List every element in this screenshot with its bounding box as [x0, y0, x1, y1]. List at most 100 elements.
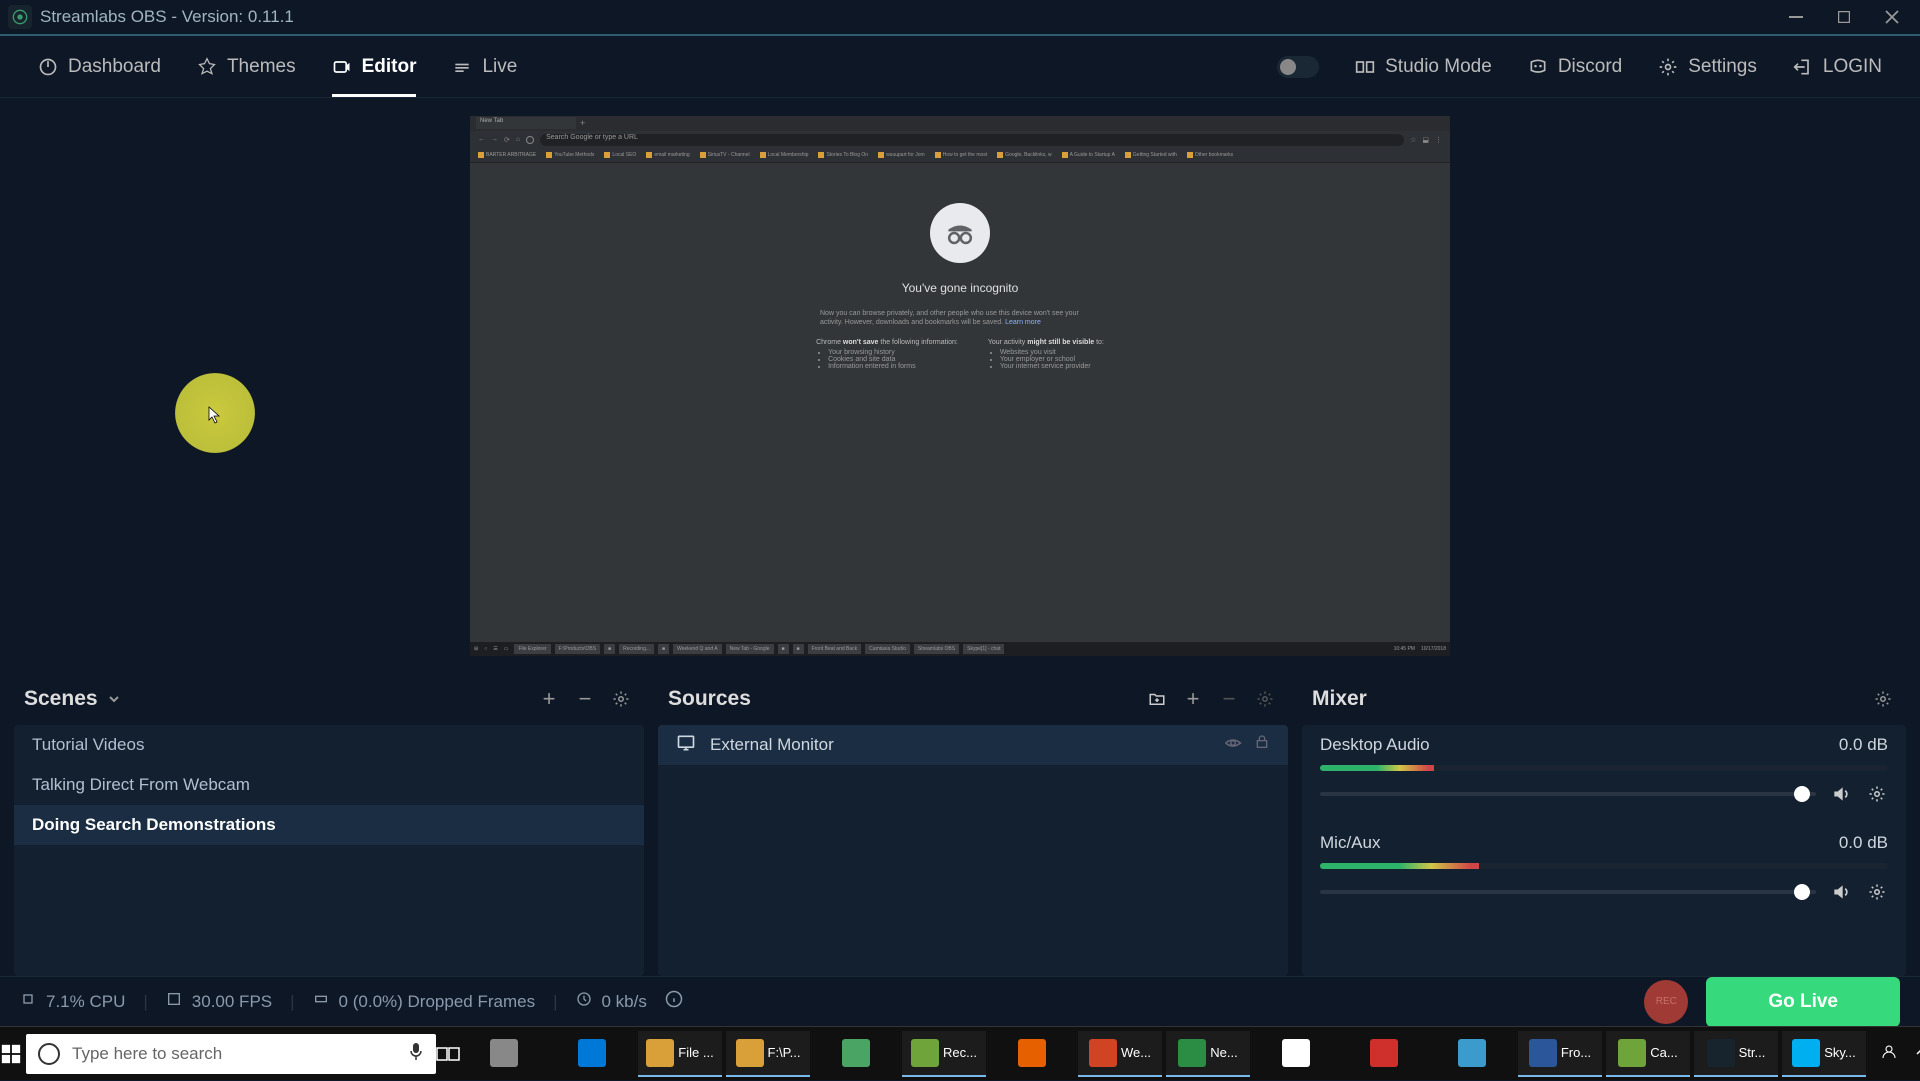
taskbar-app[interactable] [814, 1031, 898, 1077]
taskbar-app[interactable]: Str... [1694, 1031, 1778, 1077]
window-titlebar: Streamlabs OBS - Version: 0.11.1 [0, 0, 1920, 36]
night-mode-toggle[interactable] [1277, 56, 1319, 78]
incognito-title: You've gone incognito [902, 281, 1019, 295]
nav-dashboard[interactable]: Dashboard [20, 36, 179, 97]
preview-display-capture: New Tab+ ←→⟳⌂ Search Google or type a UR… [470, 116, 1450, 656]
sources-title: Sources [668, 687, 751, 711]
themes-icon [197, 57, 217, 77]
close-button[interactable] [1882, 7, 1902, 27]
nav-dashboard-label: Dashboard [68, 56, 161, 78]
taskbar-app[interactable]: We... [1078, 1031, 1162, 1077]
scenes-list: Tutorial Videos Talking Direct From Webc… [14, 725, 644, 976]
chevron-down-icon[interactable] [108, 693, 120, 705]
scene-item-active[interactable]: Doing Search Demonstrations [14, 805, 644, 845]
info-icon[interactable] [665, 990, 683, 1013]
source-lock-icon[interactable] [1254, 734, 1270, 757]
desktop-volume-slider[interactable] [1320, 792, 1816, 796]
taskbar-search[interactable]: Type here to search [26, 1034, 436, 1074]
status-bar: 7.1% CPU | 30.00 FPS | 0 (0.0%) Dropped … [0, 976, 1920, 1026]
nav-settings[interactable]: Settings [1640, 36, 1775, 97]
remove-source-button[interactable]: − [1216, 686, 1242, 712]
scenes-panel: Scenes + − Tutorial Videos Talking Direc… [14, 673, 644, 976]
preview-canvas[interactable]: New Tab+ ←→⟳⌂ Search Google or type a UR… [0, 98, 1920, 673]
nav-editor[interactable]: Editor [314, 36, 435, 97]
sources-panel: Sources + − External Monitor [658, 673, 1288, 976]
taskbar-app[interactable]: Ca... [1606, 1031, 1690, 1077]
studio-mode-icon [1355, 57, 1375, 77]
taskbar-app[interactable] [1342, 1031, 1426, 1077]
preview-bookmarks-bar: BARTER ARBITRAGEYouTube MethodsLocal SEO… [470, 149, 1450, 163]
taskbar-app[interactable]: Fro... [1518, 1031, 1602, 1077]
taskbar-app[interactable] [550, 1031, 634, 1077]
nav-studio-mode-label: Studio Mode [1385, 56, 1492, 78]
go-live-button[interactable]: Go Live [1706, 977, 1900, 1027]
tray-people-icon[interactable] [1880, 1043, 1898, 1064]
record-button[interactable]: REC [1644, 980, 1688, 1024]
taskbar-app[interactable]: Rec... [902, 1031, 986, 1077]
mixer-track-mic: Mic/Aux 0.0 dB [1302, 823, 1906, 921]
search-placeholder: Type here to search [72, 1044, 396, 1064]
fps-stat: 30.00 FPS [192, 992, 272, 1012]
source-settings-button[interactable] [1252, 686, 1278, 712]
task-view-button[interactable] [436, 1027, 460, 1081]
window-title: Streamlabs OBS - Version: 0.11.1 [40, 7, 1786, 27]
tray-chevron-up-icon[interactable] [1914, 1045, 1920, 1062]
nav-studio-mode[interactable]: Studio Mode [1337, 36, 1510, 97]
windows-taskbar: Type here to search File ...F:\P... Rec..… [0, 1026, 1920, 1080]
login-icon [1793, 57, 1813, 77]
add-scene-button[interactable]: + [536, 686, 562, 712]
bitrate-icon [576, 991, 592, 1012]
nav-live[interactable]: Live [434, 36, 535, 97]
fps-icon [166, 991, 182, 1012]
cpu-stat: 7.1% CPU [46, 992, 125, 1012]
taskbar-app[interactable] [1430, 1031, 1514, 1077]
incognito-wont-save-heading: Chrome won't save the following informat… [816, 339, 958, 346]
incognito-might-list: Websites you visitYour employer or schoo… [988, 349, 1104, 370]
scene-item[interactable]: Tutorial Videos [14, 725, 644, 765]
nav-live-label: Live [482, 56, 517, 78]
minimize-button[interactable] [1786, 7, 1806, 27]
scene-item[interactable]: Talking Direct From Webcam [14, 765, 644, 805]
mic-icon[interactable] [408, 1041, 424, 1066]
taskbar-app[interactable]: Ne... [1166, 1031, 1250, 1077]
nav-discord[interactable]: Discord [1510, 36, 1640, 97]
mixer-settings-button[interactable] [1870, 686, 1896, 712]
speaker-icon[interactable] [1830, 881, 1852, 903]
mic-aux-label: Mic/Aux [1320, 833, 1380, 853]
system-tray: 10:46 PM10/17/2018 [1868, 1035, 1920, 1071]
discord-icon [1528, 57, 1548, 77]
taskbar-app[interactable]: File ... [638, 1031, 722, 1077]
taskbar-app[interactable] [462, 1031, 546, 1077]
desktop-audio-db: 0.0 dB [1839, 735, 1888, 755]
taskbar-app[interactable]: F:\P... [726, 1031, 810, 1077]
monitor-icon [676, 733, 696, 758]
nav-themes[interactable]: Themes [179, 36, 314, 97]
source-item[interactable]: External Monitor [658, 725, 1288, 765]
maximize-button[interactable] [1834, 7, 1854, 27]
gear-icon [1658, 57, 1678, 77]
mic-aux-db: 0.0 dB [1839, 833, 1888, 853]
taskbar-app[interactable] [990, 1031, 1074, 1077]
editor-icon [332, 57, 352, 77]
track-gear-icon[interactable] [1866, 881, 1888, 903]
taskbar-app[interactable]: Sky... [1782, 1031, 1866, 1077]
taskbar-app[interactable] [1254, 1031, 1338, 1077]
mixer-track-desktop: Desktop Audio0.0 dB [1302, 725, 1906, 823]
dashboard-icon [38, 57, 58, 77]
mic-volume-slider[interactable] [1320, 890, 1816, 894]
add-folder-button[interactable] [1144, 686, 1170, 712]
remove-scene-button[interactable]: − [572, 686, 598, 712]
add-source-button[interactable]: + [1180, 686, 1206, 712]
incognito-wont-list: Your browsing historyCookies and site da… [816, 349, 958, 370]
start-button[interactable] [0, 1027, 22, 1081]
preview-captured-taskbar: ⊞○☰▭ File ExplorerF:\Products\OBS■Record… [470, 642, 1450, 656]
nav-login[interactable]: LOGIN [1775, 36, 1900, 97]
preview-browser-tab: New Tab [476, 117, 576, 129]
speaker-icon[interactable] [1830, 783, 1852, 805]
source-visibility-icon[interactable] [1224, 734, 1242, 757]
app-logo-icon [8, 5, 32, 29]
incognito-description: Now you can browse privately, and other … [820, 309, 1100, 327]
scene-settings-button[interactable] [608, 686, 634, 712]
scenes-title: Scenes [24, 687, 98, 711]
track-gear-icon[interactable] [1866, 783, 1888, 805]
